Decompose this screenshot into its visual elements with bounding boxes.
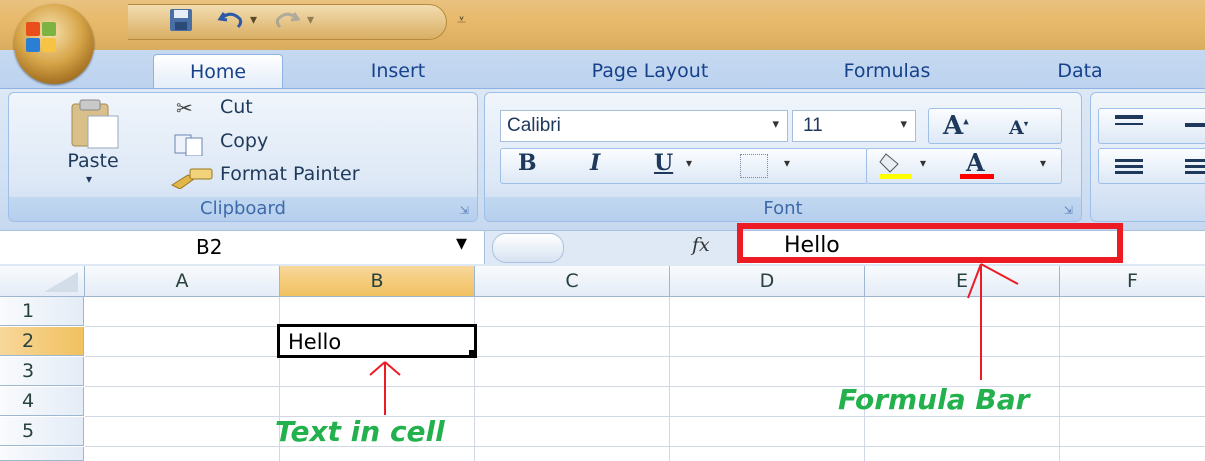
- formula-bar-annotation: Formula Bar: [838, 383, 1030, 416]
- office-logo-icon: [26, 22, 56, 52]
- cell-arrow: [369, 361, 401, 415]
- text-in-cell-annotation: Text in cell: [275, 415, 445, 448]
- formula-bar-arrow: [967, 263, 1019, 380]
